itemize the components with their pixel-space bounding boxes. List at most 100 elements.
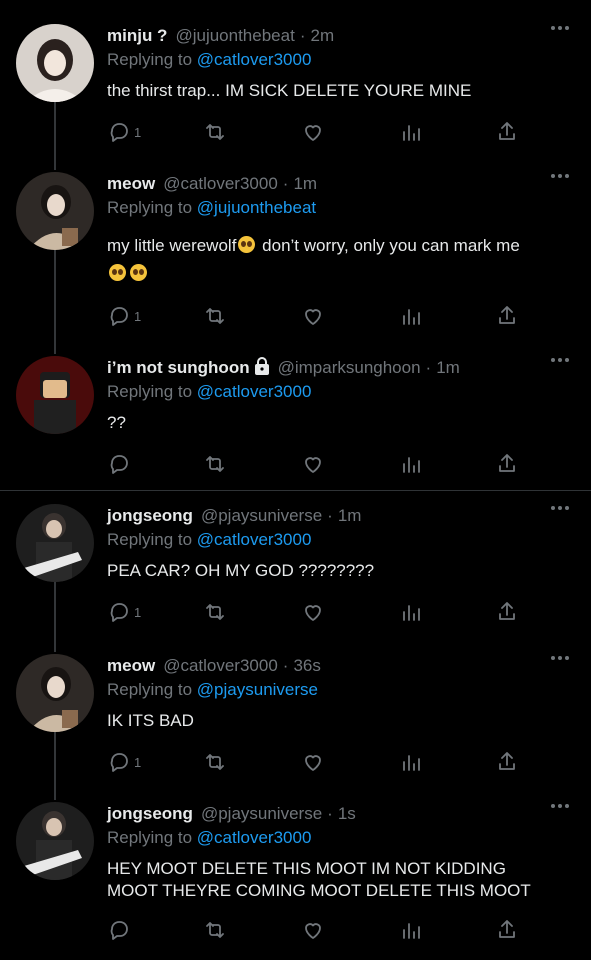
like-button[interactable] xyxy=(301,120,325,144)
like-button[interactable] xyxy=(301,452,325,476)
reply-button[interactable]: 1 xyxy=(107,600,141,624)
share-icon xyxy=(499,122,515,140)
handle[interactable]: @pjaysuniverse xyxy=(201,506,322,526)
like-icon xyxy=(305,457,321,473)
handle[interactable]: @catlover3000 xyxy=(163,656,278,676)
retweet-button[interactable] xyxy=(203,750,227,774)
views-button[interactable] xyxy=(399,918,423,942)
separator-dot: · xyxy=(299,26,306,45)
share-button[interactable] xyxy=(495,600,519,624)
display-name[interactable]: jongseong xyxy=(107,506,193,526)
share-button[interactable] xyxy=(495,918,519,942)
like-button[interactable] xyxy=(301,918,325,942)
timestamp[interactable]: 1m xyxy=(293,174,317,194)
retweet-button[interactable] xyxy=(203,304,227,328)
separator-dot: · xyxy=(327,506,333,525)
avatar[interactable] xyxy=(16,24,94,102)
replying-prefix: Replying to xyxy=(107,198,193,217)
action-bar: 1 xyxy=(107,750,527,776)
tweet[interactable]: i’m not sunghoon @imparksunghoon · 1m Re… xyxy=(0,356,591,476)
tweet-text: ?? xyxy=(107,413,126,432)
reply-icon xyxy=(110,455,128,474)
avatar[interactable] xyxy=(16,172,94,250)
views-icon xyxy=(403,755,420,771)
avatar[interactable] xyxy=(16,356,94,434)
more-icon[interactable] xyxy=(551,506,569,510)
timestamp[interactable]: 36s xyxy=(293,656,320,676)
share-icon xyxy=(499,752,515,770)
display-name[interactable]: jongseong xyxy=(107,804,193,824)
like-button[interactable] xyxy=(301,750,325,774)
mention-link[interactable]: @catlover3000 xyxy=(197,382,312,401)
tweet-header: minju ? @jujuonthebeat · 2m xyxy=(107,24,334,48)
mention-link[interactable]: @catlover3000 xyxy=(197,50,312,69)
avatar-image xyxy=(16,172,94,250)
reply-button[interactable] xyxy=(107,452,134,476)
like-icon xyxy=(305,125,321,141)
tweet-header: meow @catlover3000 · 1m xyxy=(107,172,317,196)
timestamp[interactable]: 1m xyxy=(338,506,362,526)
views-icon xyxy=(403,457,420,473)
action-bar xyxy=(107,452,527,478)
more-icon[interactable] xyxy=(551,26,569,30)
views-button[interactable] xyxy=(399,750,423,774)
mention-link[interactable]: @jujuonthebeat xyxy=(197,198,316,217)
share-button[interactable] xyxy=(495,120,519,144)
reply-button[interactable]: 1 xyxy=(107,304,141,328)
views-icon xyxy=(403,309,420,325)
display-name[interactable]: i’m not sunghoon xyxy=(107,358,250,378)
tweet[interactable]: jongseong @pjaysuniverse · 1m Replying t… xyxy=(0,504,591,624)
replying-prefix: Replying to xyxy=(107,828,193,847)
views-button[interactable] xyxy=(399,452,423,476)
avatar[interactable] xyxy=(16,654,94,732)
display-name[interactable]: minju ? xyxy=(107,26,167,46)
avatar-image xyxy=(16,24,94,102)
more-icon[interactable] xyxy=(551,358,569,362)
avatar[interactable] xyxy=(16,504,94,582)
tweet-text-part: don’t worry, only you can mark me xyxy=(262,236,520,255)
timestamp[interactable]: 2m xyxy=(310,26,334,46)
views-icon xyxy=(403,605,420,621)
retweet-button[interactable] xyxy=(203,918,227,942)
handle[interactable]: @imparksunghoon xyxy=(278,358,421,378)
reply-thread: minju ? @jujuonthebeat · 2m Replying to … xyxy=(0,0,591,960)
share-button[interactable] xyxy=(495,750,519,774)
reply-button[interactable]: 1 xyxy=(107,750,141,774)
tweet[interactable]: meow @catlover3000 · 1m Replying to @juj… xyxy=(0,172,591,332)
more-icon[interactable] xyxy=(551,174,569,178)
reply-button[interactable] xyxy=(107,918,134,942)
avatar[interactable] xyxy=(16,802,94,880)
share-button[interactable] xyxy=(495,452,519,476)
retweet-button[interactable] xyxy=(203,600,227,624)
views-button[interactable] xyxy=(399,304,423,328)
more-icon[interactable] xyxy=(551,656,569,660)
tweet-header: i’m not sunghoon @imparksunghoon · 1m xyxy=(107,356,460,380)
views-button[interactable] xyxy=(399,120,423,144)
share-icon xyxy=(499,920,515,938)
views-button[interactable] xyxy=(399,600,423,624)
display-name[interactable]: meow xyxy=(107,656,155,676)
share-button[interactable] xyxy=(495,304,519,328)
tweet-text: IK ITS BAD xyxy=(107,711,194,730)
handle[interactable]: @pjaysuniverse xyxy=(201,804,322,824)
timestamp[interactable]: 1m xyxy=(436,358,460,378)
handle[interactable]: @jujuonthebeat xyxy=(175,26,294,46)
tweet-text: the thirst trap... IM SICK DELETE YOURE … xyxy=(107,81,472,100)
mention-link[interactable]: @catlover3000 xyxy=(197,828,312,847)
timestamp[interactable]: 1s xyxy=(338,804,356,824)
mention-link[interactable]: @pjaysuniverse xyxy=(197,680,318,699)
more-icon[interactable] xyxy=(551,804,569,808)
display-name[interactable]: meow xyxy=(107,174,155,194)
tweet[interactable]: jongseong @pjaysuniverse · 1s Replying t… xyxy=(0,802,591,952)
tweet[interactable]: meow @catlover3000 · 36s Replying to @pj… xyxy=(0,654,591,774)
reply-button[interactable]: 1 xyxy=(107,120,141,144)
views-icon xyxy=(403,125,420,141)
action-bar: 1 xyxy=(107,120,527,146)
mention-link[interactable]: @catlover3000 xyxy=(197,530,312,549)
retweet-button[interactable] xyxy=(203,120,227,144)
like-button[interactable] xyxy=(301,600,325,624)
tweet[interactable]: minju ? @jujuonthebeat · 2m Replying to … xyxy=(0,24,591,154)
handle[interactable]: @catlover3000 xyxy=(163,174,278,194)
like-button[interactable] xyxy=(301,304,325,328)
retweet-button[interactable] xyxy=(203,452,227,476)
